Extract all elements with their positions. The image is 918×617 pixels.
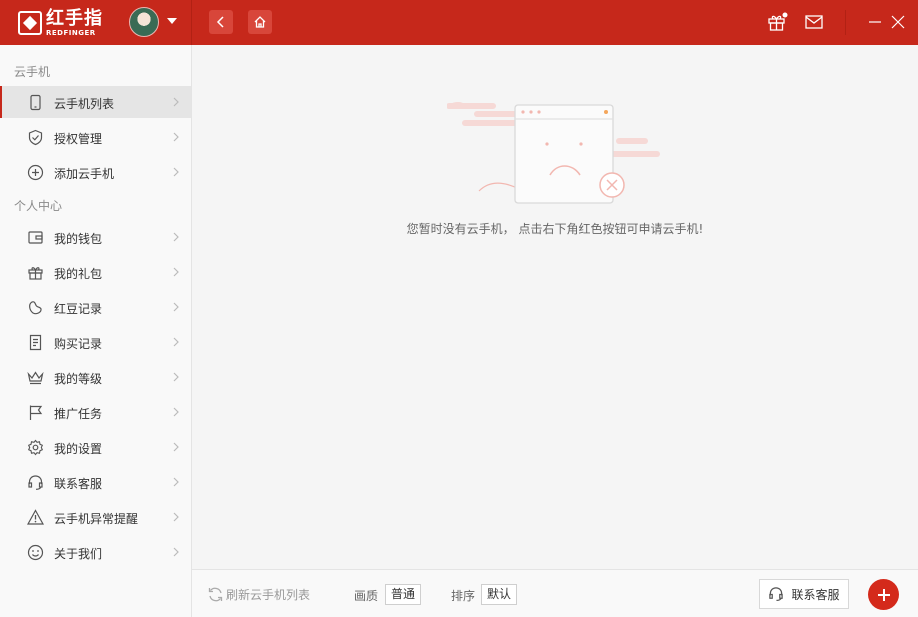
- bean-icon: [27, 299, 44, 316]
- contact-support-button[interactable]: 联系客服: [759, 579, 849, 609]
- sidebar-item-label: 推广任务: [54, 407, 103, 421]
- sidebar-item-promotion-tasks[interactable]: 推广任务: [0, 396, 191, 428]
- sidebar-group-cloud-phone: 云手机: [14, 65, 51, 79]
- chevron-right-icon: [173, 302, 179, 312]
- gift-icon: [768, 12, 788, 31]
- chevron-right-icon: [173, 407, 179, 417]
- crown-icon: [27, 369, 44, 386]
- sort-label: 排序: [451, 589, 476, 603]
- chevron-right-icon: [173, 477, 179, 487]
- chevron-right-icon: [173, 97, 179, 107]
- plus-icon: [877, 588, 890, 601]
- headset-icon: [769, 587, 784, 602]
- smile-icon: [27, 544, 44, 561]
- sidebar: 云手机 云手机列表 授权管理 添加云手机 个人中心 我的钱包 我的礼包 红豆记录…: [0, 45, 192, 617]
- sidebar-item-label: 我的设置: [54, 442, 103, 456]
- sidebar-item-label: 关于我们: [54, 547, 103, 561]
- minimize-button[interactable]: [864, 11, 886, 33]
- sidebar-item-label: 我的等级: [54, 372, 103, 386]
- avatar[interactable]: [129, 7, 159, 37]
- chevron-right-icon: [173, 132, 179, 142]
- shield-check-icon: [27, 129, 44, 146]
- refresh-icon: [208, 587, 223, 602]
- gift-button[interactable]: [766, 11, 788, 33]
- warning-icon: [27, 509, 44, 526]
- plus-circle-icon: [27, 164, 44, 181]
- sidebar-item-cloud-phone-list[interactable]: 云手机列表: [0, 86, 191, 118]
- logo-mark-icon: [18, 11, 42, 35]
- add-cloud-phone-button[interactable]: [868, 579, 899, 610]
- cloud-phone-list-panel: 您暂时没有云手机， 点击右下角红色按钮可申请云手机!: [192, 45, 918, 569]
- sidebar-item-red-bean-records[interactable]: 红豆记录: [0, 291, 191, 323]
- sidebar-item-label: 云手机列表: [54, 97, 115, 111]
- sidebar-group-personal-center: 个人中心: [14, 199, 63, 213]
- close-icon: [891, 15, 905, 29]
- sidebar-item-label: 购买记录: [54, 337, 103, 351]
- logo-subname: REDFINGER: [46, 28, 96, 37]
- sort-select[interactable]: 默认: [481, 584, 518, 605]
- title-divider: [191, 0, 192, 45]
- sidebar-item-label: 授权管理: [54, 132, 103, 146]
- app-logo: 红手指 REDFINGER: [18, 9, 103, 37]
- title-bar: 红手指 REDFINGER: [0, 0, 918, 45]
- sidebar-item-contact-support[interactable]: 联系客服: [0, 466, 191, 498]
- sidebar-item-authorization[interactable]: 授权管理: [0, 121, 191, 153]
- logo-name: 红手指: [46, 7, 103, 29]
- window-controls-divider: [845, 10, 846, 35]
- quality-select[interactable]: 普通: [385, 584, 422, 605]
- gear-icon: [27, 439, 44, 456]
- quality-label: 画质: [354, 589, 379, 603]
- sidebar-item-my-level[interactable]: 我的等级: [0, 361, 191, 393]
- home-button[interactable]: [248, 10, 272, 34]
- receipt-icon: [27, 334, 44, 351]
- wallet-icon: [27, 229, 44, 246]
- headset-icon: [27, 474, 44, 491]
- mail-button[interactable]: [803, 11, 825, 33]
- sidebar-item-label: 联系客服: [54, 477, 103, 491]
- chevron-right-icon: [173, 267, 179, 277]
- chevron-right-icon: [173, 337, 179, 347]
- sidebar-item-label: 添加云手机: [54, 167, 115, 181]
- chevron-left-icon: [216, 16, 224, 28]
- sidebar-item-my-settings[interactable]: 我的设置: [0, 431, 191, 463]
- home-icon: [254, 16, 266, 28]
- flag-icon: [27, 404, 44, 421]
- account-dropdown-icon[interactable]: [167, 18, 177, 24]
- chevron-right-icon: [173, 372, 179, 382]
- empty-state-message: 您暂时没有云手机， 点击右下角红色按钮可申请云手机!: [406, 222, 704, 236]
- contact-support-label: 联系客服: [791, 587, 840, 602]
- mail-icon: [805, 15, 823, 29]
- sidebar-item-label: 云手机异常提醒: [54, 512, 139, 526]
- sidebar-item-purchase-records[interactable]: 购买记录: [0, 326, 191, 358]
- sidebar-item-label: 我的礼包: [54, 267, 103, 281]
- empty-state-sad-window-icon: [447, 102, 660, 204]
- bottom-toolbar: 刷新云手机列表 画质 普通 排序 默认 联系客服: [192, 569, 918, 617]
- gift-icon: [27, 264, 44, 281]
- chevron-right-icon: [173, 512, 179, 522]
- refresh-list-button[interactable]: 刷新云手机列表: [207, 586, 310, 603]
- chevron-right-icon: [173, 547, 179, 557]
- sidebar-item-label: 我的钱包: [54, 232, 103, 246]
- minimize-icon: [869, 21, 881, 23]
- sidebar-item-gift-pack[interactable]: 我的礼包: [0, 256, 191, 288]
- sidebar-item-about-us[interactable]: 关于我们: [0, 536, 191, 568]
- refresh-label: 刷新云手机列表: [226, 588, 311, 602]
- chevron-right-icon: [173, 167, 179, 177]
- back-button[interactable]: [209, 10, 233, 34]
- close-button[interactable]: [887, 11, 909, 33]
- chevron-right-icon: [173, 442, 179, 452]
- sidebar-item-cloud-phone-alerts[interactable]: 云手机异常提醒: [0, 501, 191, 533]
- sidebar-item-add-cloud-phone[interactable]: 添加云手机: [0, 156, 191, 188]
- phone-icon: [27, 94, 44, 111]
- chevron-right-icon: [173, 232, 179, 242]
- sidebar-item-wallet[interactable]: 我的钱包: [0, 221, 191, 253]
- sidebar-item-label: 红豆记录: [54, 302, 103, 316]
